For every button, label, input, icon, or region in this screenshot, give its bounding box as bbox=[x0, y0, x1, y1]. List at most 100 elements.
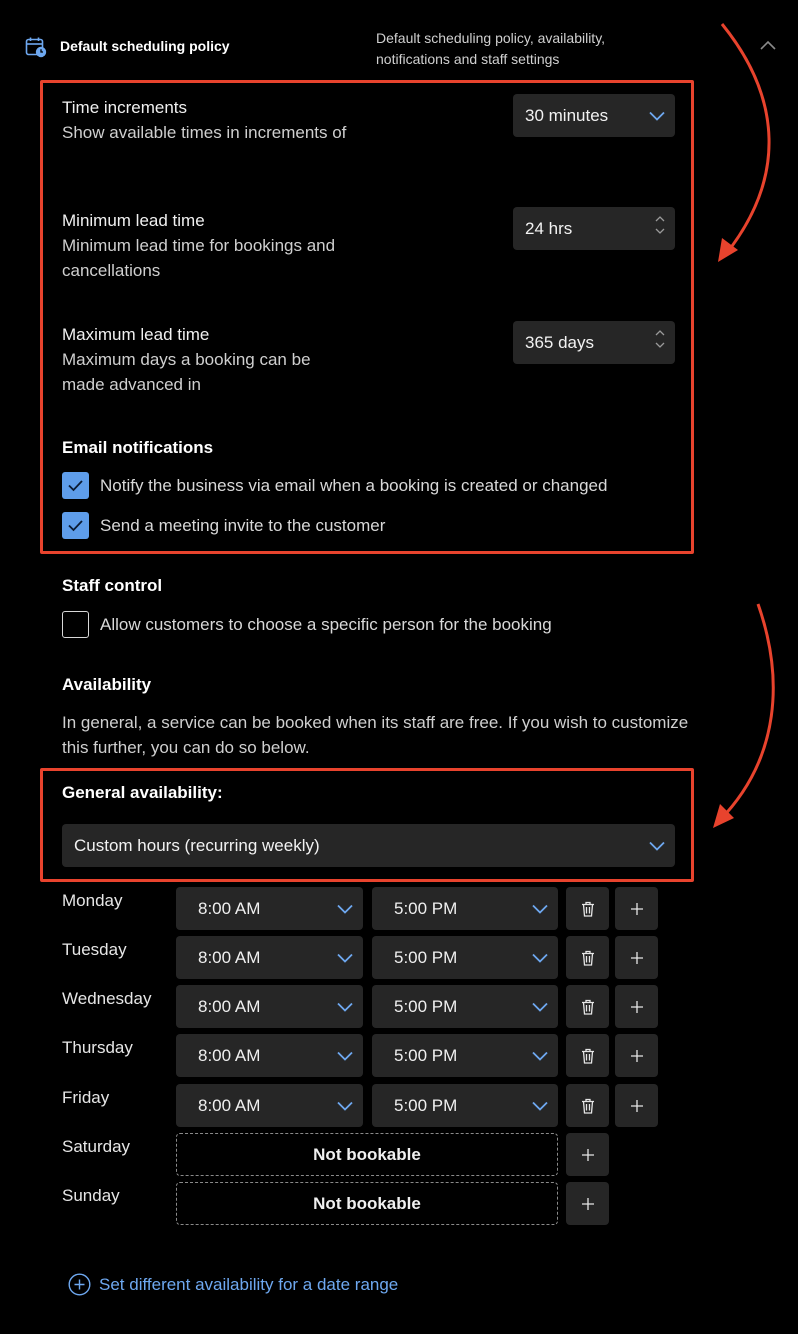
plus-icon bbox=[630, 951, 643, 964]
start-time-dropdown-monday[interactable]: 8:00 AM bbox=[176, 887, 363, 930]
trash-icon bbox=[581, 901, 594, 917]
end-time-dropdown-thursday[interactable]: 5:00 PM bbox=[372, 1034, 558, 1077]
end-time-dropdown-monday[interactable]: 5:00 PM bbox=[372, 887, 558, 930]
notify-business-checkbox[interactable] bbox=[62, 472, 89, 499]
availability-title: Availability bbox=[62, 675, 152, 694]
chevron-down-icon bbox=[337, 1101, 353, 1111]
add-circle-icon bbox=[68, 1273, 91, 1296]
day-label-saturday: Saturday bbox=[62, 1137, 131, 1156]
max-lead-value: 365 days bbox=[525, 332, 594, 352]
start-time-dropdown-thursday[interactable]: 8:00 AM bbox=[176, 1034, 363, 1077]
calendar-clock-icon bbox=[25, 36, 47, 63]
plus-icon bbox=[630, 1099, 643, 1112]
day-label-tuesday: Tuesday bbox=[62, 940, 127, 959]
plus-icon bbox=[581, 1197, 594, 1210]
plus-icon bbox=[581, 1148, 594, 1161]
start-time-dropdown-wednesday[interactable]: 8:00 AM bbox=[176, 985, 363, 1028]
chevron-down-icon bbox=[532, 1002, 548, 1012]
delete-hours-button-thursday[interactable] bbox=[566, 1034, 609, 1077]
start-time-value: 8:00 AM bbox=[198, 1095, 261, 1115]
send-invite-label: Send a meeting invite to the customer bbox=[100, 516, 386, 535]
min-lead-label: Minimum lead time bbox=[62, 211, 205, 230]
chevron-up-icon[interactable] bbox=[655, 215, 665, 222]
add-hours-button-monday[interactable] bbox=[615, 887, 658, 930]
end-time-dropdown-friday[interactable]: 5:00 PM bbox=[372, 1084, 558, 1127]
end-time-dropdown-wednesday[interactable]: 5:00 PM bbox=[372, 985, 558, 1028]
not-bookable-label: Not bookable bbox=[313, 1193, 421, 1213]
chevron-down-icon bbox=[532, 1101, 548, 1111]
day-label-monday: Monday bbox=[62, 891, 123, 910]
day-label-sunday: Sunday bbox=[62, 1186, 120, 1205]
trash-icon bbox=[581, 999, 594, 1015]
start-time-dropdown-tuesday[interactable]: 8:00 AM bbox=[176, 936, 363, 979]
start-time-value: 8:00 AM bbox=[198, 996, 261, 1016]
general-availability-label: General availability: bbox=[62, 783, 223, 802]
time-increments-label: Time increments bbox=[62, 98, 188, 117]
end-time-dropdown-tuesday[interactable]: 5:00 PM bbox=[372, 936, 558, 979]
start-time-value: 8:00 AM bbox=[198, 898, 261, 918]
end-time-value: 5:00 PM bbox=[394, 1045, 458, 1065]
checkmark-icon bbox=[68, 480, 83, 492]
chevron-down-icon[interactable] bbox=[655, 228, 665, 235]
time-increments-description: Show available times in increments of bbox=[62, 123, 347, 142]
min-lead-value: 24 hrs bbox=[525, 218, 573, 238]
set-date-range-availability-link[interactable]: Set different availability for a date ra… bbox=[68, 1273, 398, 1296]
add-hours-button-thursday[interactable] bbox=[615, 1034, 658, 1077]
annotation-arrow-bottom bbox=[713, 603, 775, 828]
allow-choose-staff-label: Allow customers to choose a specific per… bbox=[100, 615, 552, 634]
plus-icon bbox=[630, 1049, 643, 1062]
set-date-range-availability-label: Set different availability for a date ra… bbox=[99, 1274, 399, 1294]
delete-hours-button-monday[interactable] bbox=[566, 887, 609, 930]
chevron-down-icon bbox=[337, 904, 353, 914]
start-time-dropdown-friday[interactable]: 8:00 AM bbox=[176, 1084, 363, 1127]
add-hours-button-tuesday[interactable] bbox=[615, 936, 658, 979]
min-lead-description: Minimum lead time for bookings and cance… bbox=[62, 236, 336, 280]
max-lead-description: Maximum days a booking can be made advan… bbox=[62, 350, 311, 394]
availability-description: In general, a service can be booked when… bbox=[62, 713, 689, 757]
add-hours-button-sunday[interactable] bbox=[566, 1182, 609, 1225]
day-label-wednesday: Wednesday bbox=[62, 989, 152, 1008]
chevron-down-icon[interactable] bbox=[655, 342, 665, 349]
end-time-value: 5:00 PM bbox=[394, 996, 458, 1016]
end-time-value: 5:00 PM bbox=[394, 1095, 458, 1115]
plus-icon bbox=[630, 1000, 643, 1013]
delete-hours-button-tuesday[interactable] bbox=[566, 936, 609, 979]
section-description: Default scheduling policy, availability,… bbox=[376, 30, 606, 67]
not-bookable-label: Not bookable bbox=[313, 1144, 421, 1164]
notify-business-label: Notify the business via email when a boo… bbox=[100, 476, 608, 495]
min-lead-stepper[interactable]: 24 hrs bbox=[513, 207, 675, 250]
delete-hours-button-friday[interactable] bbox=[566, 1084, 609, 1127]
delete-hours-button-wednesday[interactable] bbox=[566, 985, 609, 1028]
chevron-down-icon bbox=[532, 953, 548, 963]
chevron-down-icon bbox=[337, 953, 353, 963]
start-time-value: 8:00 AM bbox=[198, 947, 261, 967]
email-notifications-title: Email notifications bbox=[62, 438, 214, 457]
end-time-value: 5:00 PM bbox=[394, 898, 458, 918]
send-invite-checkbox[interactable] bbox=[62, 512, 89, 539]
max-lead-label: Maximum lead time bbox=[62, 325, 210, 344]
not-bookable-slot-sunday: Not bookable bbox=[176, 1182, 558, 1225]
staff-control-title: Staff control bbox=[62, 576, 163, 595]
annotation-arrow-top bbox=[718, 23, 771, 262]
add-hours-button-friday[interactable] bbox=[615, 1084, 658, 1127]
chevron-down-icon bbox=[532, 1051, 548, 1061]
add-hours-button-wednesday[interactable] bbox=[615, 985, 658, 1028]
day-label-thursday: Thursday bbox=[62, 1038, 133, 1057]
time-increments-dropdown[interactable]: 30 minutes bbox=[513, 94, 675, 137]
end-time-value: 5:00 PM bbox=[394, 947, 458, 967]
general-availability-dropdown[interactable]: Custom hours (recurring weekly) bbox=[62, 824, 675, 867]
chevron-down-icon bbox=[337, 1051, 353, 1061]
general-availability-value: Custom hours (recurring weekly) bbox=[74, 835, 320, 855]
start-time-value: 8:00 AM bbox=[198, 1045, 261, 1065]
time-increments-value: 30 minutes bbox=[525, 105, 609, 125]
trash-icon bbox=[581, 1048, 594, 1064]
allow-choose-staff-checkbox[interactable] bbox=[62, 611, 89, 638]
trash-icon bbox=[581, 1098, 594, 1114]
chevron-up-icon[interactable] bbox=[655, 329, 665, 336]
chevron-down-icon bbox=[649, 841, 665, 851]
max-lead-stepper[interactable]: 365 days bbox=[513, 321, 675, 364]
add-hours-button-saturday[interactable] bbox=[566, 1133, 609, 1176]
section-title: Default scheduling policy bbox=[60, 38, 230, 54]
chevron-down-icon bbox=[532, 904, 548, 914]
chevron-down-icon bbox=[337, 1002, 353, 1012]
